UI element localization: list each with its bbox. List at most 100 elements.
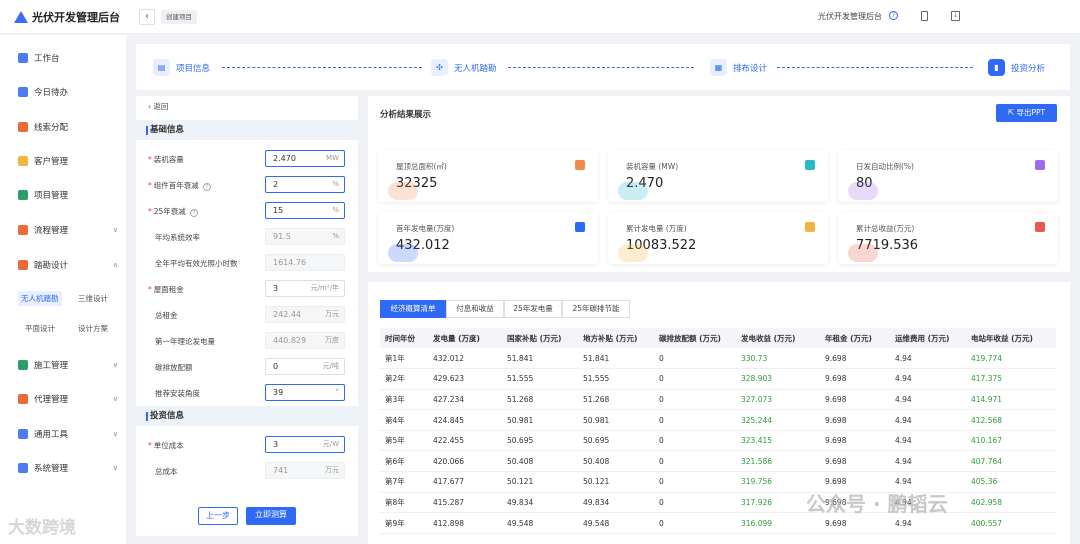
install-angle-input[interactable]: 39 ° [265,384,345,401]
table-cell: 402.958 [966,492,1056,514]
first-year-decay-input[interactable]: 2% [265,176,345,193]
drone-icon: ✣ [431,59,448,76]
roof-rent-input[interactable]: 3 元/m²/年 [265,280,345,297]
help-icon[interactable]: ? [889,11,898,20]
table-cell: 321.586 [736,450,820,473]
sidebar-item-leads[interactable]: 线索分配 [18,121,118,133]
decor-shape [848,182,878,200]
table-cell: 0 [654,348,736,370]
table-cell: 0 [654,389,736,411]
table-row: 第2年 429.623 51.555 51.555 0 328.903 9.698 4.94 4… [380,368,1056,390]
table-row: 第3年 427.234 51.268 51.268 0 327.073 9.698 4.94 4… [380,389,1056,411]
sidebar-item-system[interactable]: 系统管理 ∨ [18,462,118,474]
table-cell: 412.568 [966,409,1056,431]
sidebar-item-workbench[interactable]: 工作台 [18,52,118,64]
sidebar-item-projects[interactable]: 项目管理 [18,189,118,201]
results-title: 分析结果展示 [380,110,432,120]
table-cell: 50.408 [502,450,578,473]
table-cell: 第5年 [380,430,428,452]
table-cell: 51.841 [578,348,654,370]
table-cell: 0 [654,368,736,390]
tab-interest-income[interactable]: 付息和收益 [446,300,504,318]
table-cell: 327.073 [736,389,820,411]
step-investment-analysis[interactable]: ▮ 投资分析 [988,59,1045,76]
tab-economic-list[interactable]: 经济概算清单 [380,300,446,318]
column-header: 电站年收益 (万元) [966,328,1056,348]
table-cell: 51.268 [578,389,654,411]
table-cell: 9.698 [820,348,890,370]
table-cell: 412.898 [428,512,502,534]
column-header: 地方补贴 (万元) [578,328,654,348]
step-layout-design[interactable]: ▦ 排布设计 [710,59,767,76]
back-link[interactable]: ‹ 返回 [148,101,168,112]
download-icon[interactable]: ↓ [951,11,960,21]
table-cell: 414.971 [966,389,1056,411]
step-drone-survey[interactable]: ✣ 无人机踏勘 [431,59,497,76]
stat-card-roof-area: 屋顶总面积(㎡) 32325 [378,150,598,202]
sub-item-drone[interactable]: 无人机踏勘 [18,291,62,306]
field-label: 总成本 [155,467,178,476]
sidebar-item-agent[interactable]: 代理管理 ∨ [18,393,118,405]
table-cell: 0 [654,492,736,514]
table-cell: 4.94 [890,409,966,431]
table-cell: 427.234 [428,389,502,411]
table-cell: 50.121 [502,471,578,493]
sub-item-3d[interactable]: 三维设计 [75,291,111,306]
mobile-icon[interactable] [921,11,928,21]
table-cell: 9.698 [820,368,890,390]
stat-card-first-year-power: 首年发电量(万度) 432.012 [378,212,598,264]
decay-25y-input[interactable]: 15% [265,202,345,219]
chevron-down-icon: ∨ [112,361,118,369]
table-cell: 第2年 [380,368,428,390]
table-cell: 第3年 [380,389,428,411]
table-cell: 407.764 [966,450,1056,473]
chevron-down-icon: ∨ [112,464,118,472]
stat-card-self-use-ratio: 日发自动比例(%) 80 [838,150,1058,202]
chart-icon: ▮ [988,59,1005,76]
stat-card-total-power: 累计发电量 (万度) 10083.522 [608,212,828,264]
table-cell: 50.695 [502,430,578,452]
results-panel: 分析结果展示 ⇱ 导出PPT 屋顶总面积(㎡) 32325 装机容量 (MW) 2.… [368,96,1070,272]
tab-25y-carbon[interactable]: 25年碳排节能 [562,300,630,318]
calculate-button[interactable]: 立即测算 [246,507,296,525]
nav-back-button[interactable]: ‹ [139,9,155,25]
table-row: 第5年 422.455 50.695 50.695 0 323.415 9.698 4.94 4… [380,430,1056,452]
first-year-power-input: 440.829 万度 [265,332,345,349]
sub-item-scheme[interactable]: 设计方案 [75,321,111,336]
column-header: 碳排放配额 (万元) [654,328,736,348]
tab-25y-power[interactable]: 25年发电量 [504,300,562,318]
column-header: 国家补贴 (万元) [502,328,578,348]
table-cell: 50.981 [578,409,654,431]
table-cell: 419.774 [966,348,1056,370]
breadcrumb[interactable]: 创建项目 [161,10,197,24]
sidebar-item-tools[interactable]: 通用工具 ∨ [18,428,118,440]
step-project-info[interactable]: ▤ 项目信息 [153,59,210,76]
sub-item-plan[interactable]: 平面设计 [22,321,58,336]
unit-cost-input[interactable]: 3 元/W [265,436,345,453]
percent-icon [1035,160,1045,170]
sidebar-item-todo[interactable]: 今日待办 [18,86,118,98]
app-logo[interactable]: 光伏开发管理后台 [14,9,120,25]
help-icon: ? [189,209,198,217]
app-title: 光伏开发管理后台 [32,11,120,24]
efficiency-input: 91.5% [265,228,345,245]
table-cell: 323.415 [736,430,820,452]
field-label: 碳排放配额 [155,363,193,372]
sidebar-item-survey[interactable]: 踏勘设计 ∧ [18,259,118,271]
sidebar-item-customers[interactable]: 客户管理 [18,155,118,167]
todo-icon [18,87,28,97]
capacity-input[interactable]: 2.470 MW [265,150,345,167]
table-cell: 50.121 [578,471,654,493]
table-cell: 49.548 [578,512,654,534]
prev-step-button[interactable]: 上一步 [198,507,238,525]
chevron-down-icon: ∨ [112,226,118,234]
table-cell: 第7年 [380,471,428,493]
sidebar-item-flow[interactable]: 流程管理 ∨ [18,224,118,236]
sunlight-hours-input: 1614.76 [265,254,345,271]
carbon-quota-input[interactable]: 0 元/吨 [265,358,345,375]
table-cell: 0 [654,471,736,493]
export-ppt-button[interactable]: ⇱ 导出PPT [996,104,1057,122]
sidebar-item-construction[interactable]: 施工管理 ∨ [18,359,118,371]
stat-card-capacity: 装机容量 (MW) 2.470 [608,150,828,202]
field-label: 全年平均有效光照小时数 [155,259,238,268]
